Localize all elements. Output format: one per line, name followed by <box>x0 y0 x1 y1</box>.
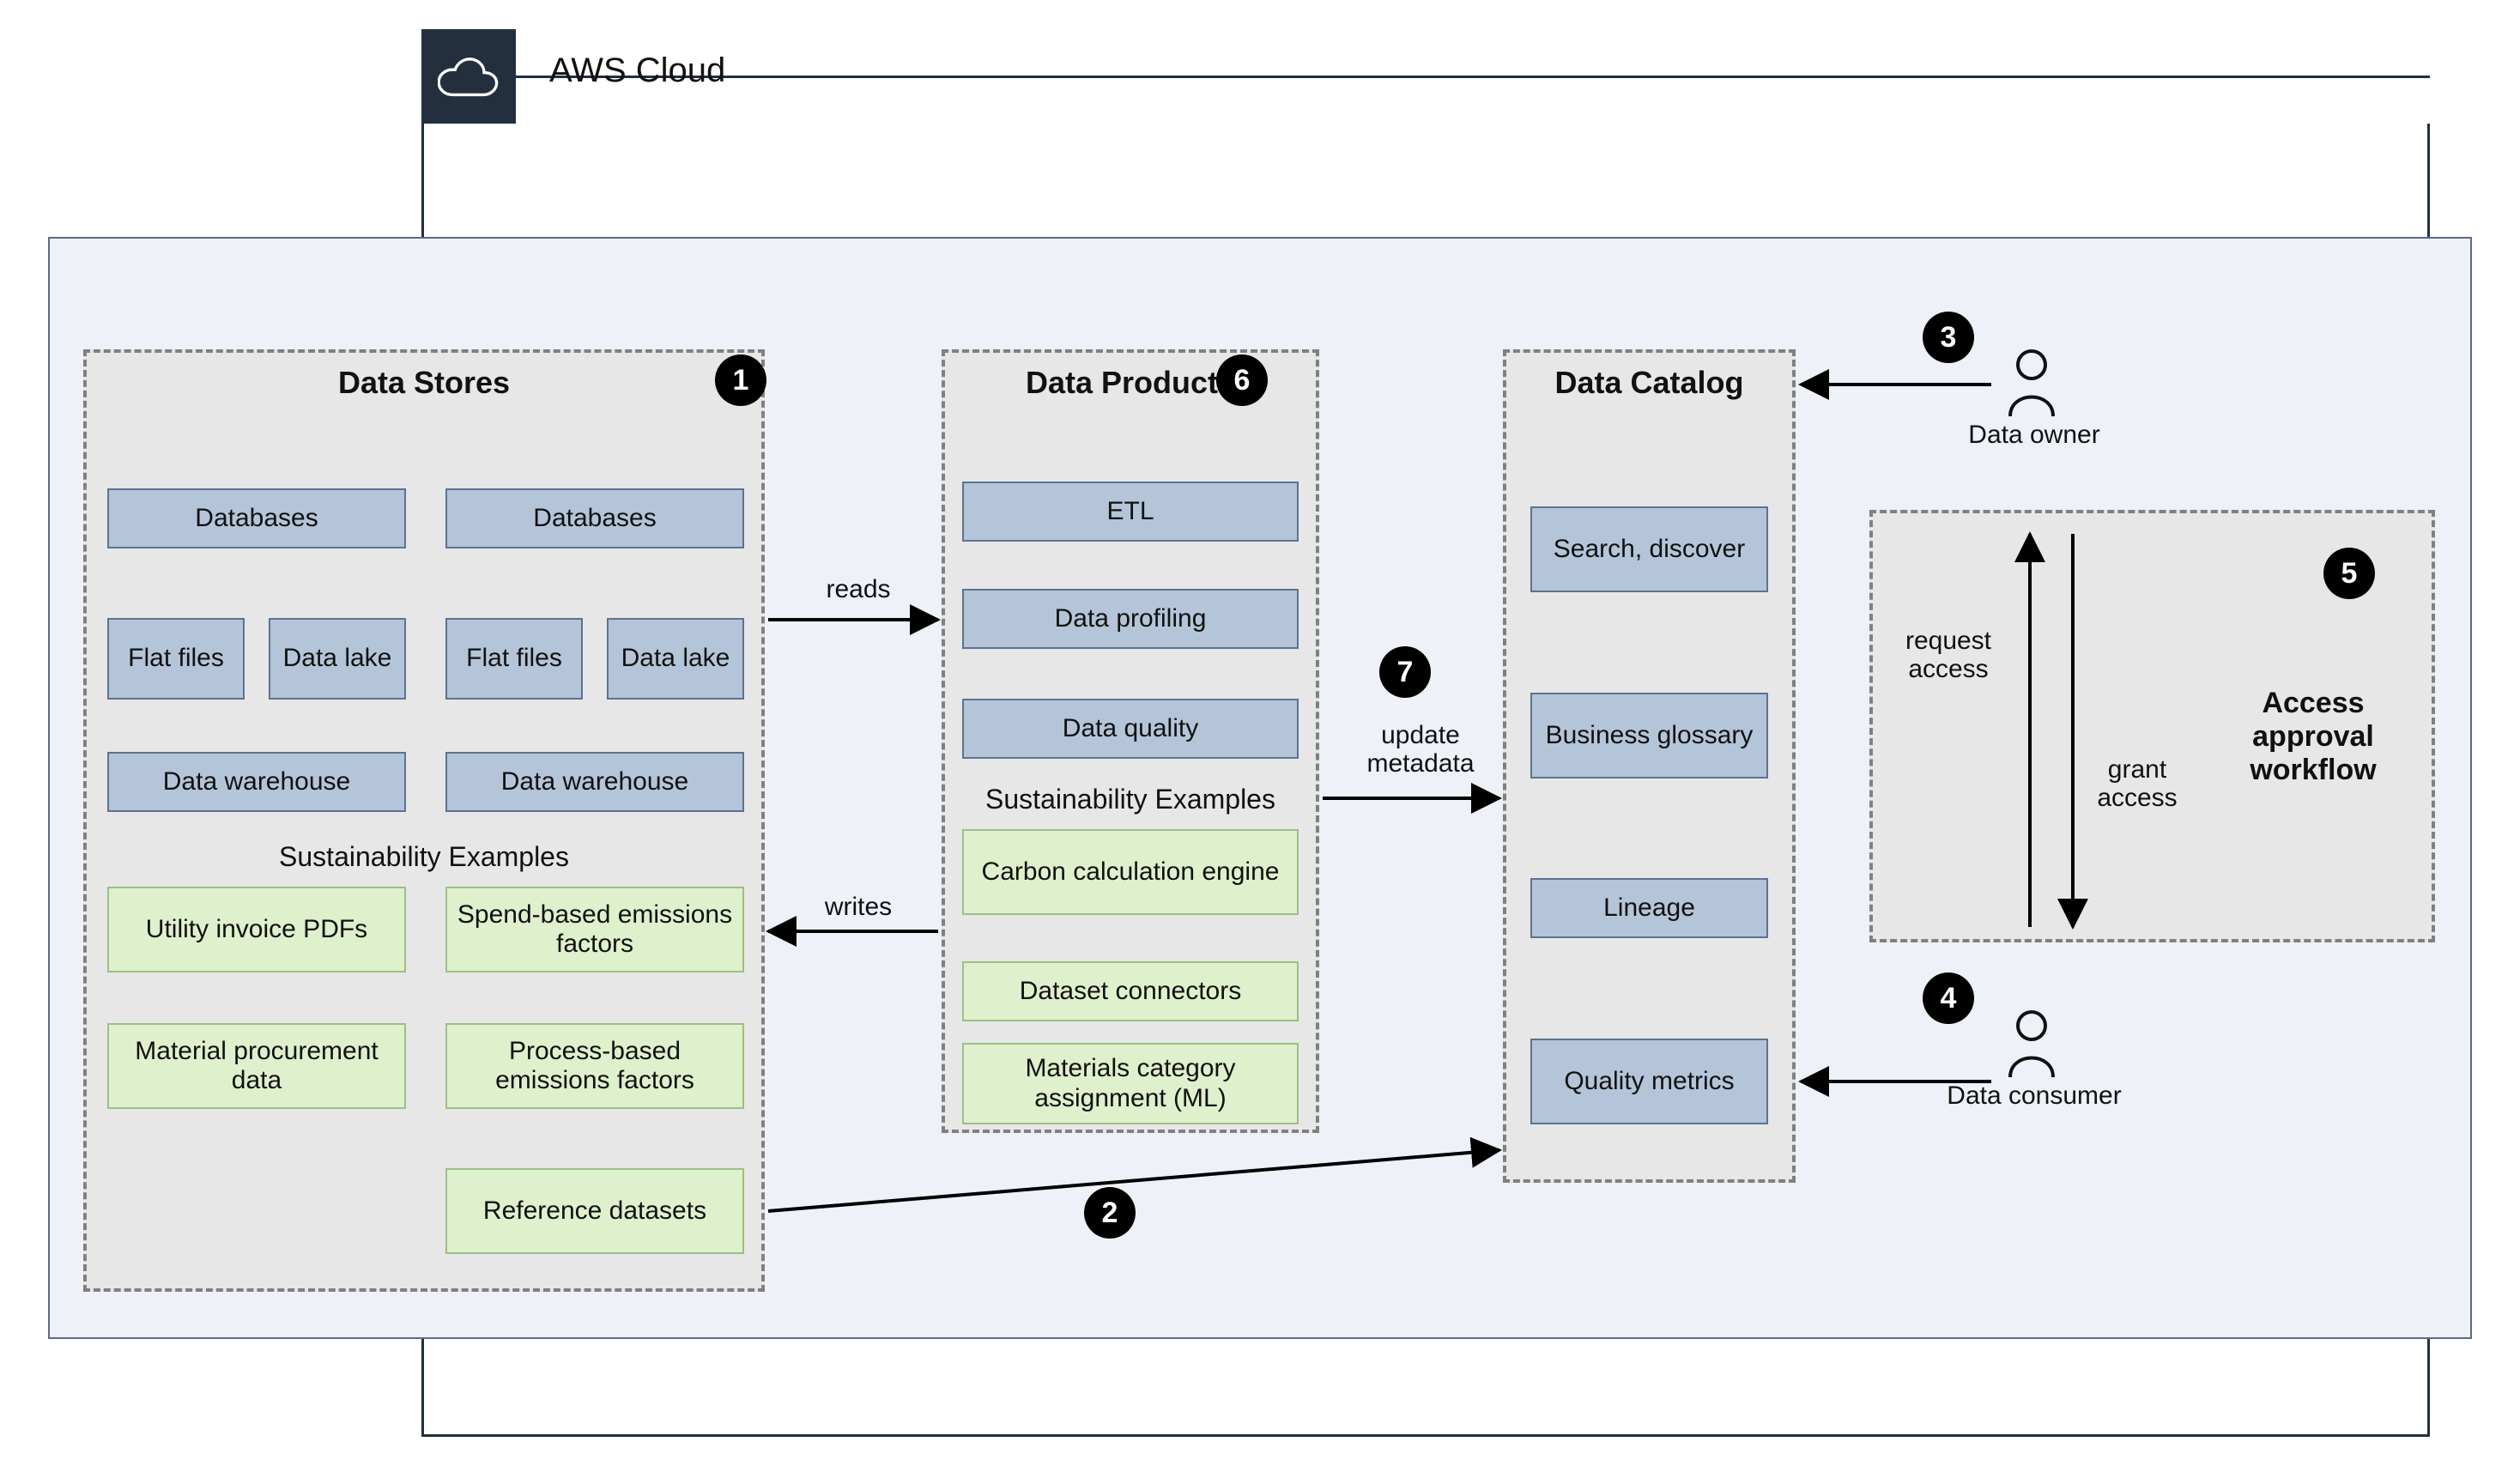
label-grant-access: grant access <box>2086 755 2189 812</box>
dp-data-quality: Data quality <box>962 699 1299 759</box>
ds-process-emissions: Process-based emissions factors <box>445 1023 744 1109</box>
ds-utility-invoice: Utility invoice PDFs <box>107 887 406 972</box>
label-writes: writes <box>807 893 910 921</box>
ds-flatfiles-2: Flat files <box>445 618 583 700</box>
data-owner-label: Data owner <box>1940 421 2129 449</box>
ds-datalake-1: Data lake <box>269 618 406 700</box>
user-icon <box>2002 348 2062 422</box>
badge-1: 1 <box>715 354 766 406</box>
ds-databases-1: Databases <box>107 488 406 548</box>
badge-7: 7 <box>1379 646 1431 698</box>
ds-warehouse-1: Data warehouse <box>107 752 406 812</box>
data-stores-title: Data Stores <box>87 353 761 401</box>
badge-5: 5 <box>2323 548 2375 599</box>
access-workflow-title: Access approval workflow <box>2223 687 2403 787</box>
ds-warehouse-2: Data warehouse <box>445 752 744 812</box>
badge-6: 6 <box>1216 354 1268 406</box>
dp-etl: ETL <box>962 482 1299 542</box>
badge-2: 2 <box>1084 1187 1136 1239</box>
dp-carbon-engine: Carbon calculation engine <box>962 829 1299 915</box>
diagram-canvas: AWS Cloud Data Stores Databases Database… <box>0 0 2520 1460</box>
cloud-icon <box>438 56 500 97</box>
dc-lineage: Lineage <box>1530 878 1768 938</box>
dp-materials-ml: Materials category assignment (ML) <box>962 1043 1299 1124</box>
dp-dataset-connectors: Dataset connectors <box>962 961 1299 1021</box>
ds-spend-emissions: Spend-based emissions factors <box>445 887 744 972</box>
aws-cloud-icon <box>421 29 516 124</box>
dc-business-glossary: Business glossary <box>1530 693 1768 778</box>
ds-datalake-2: Data lake <box>607 618 744 700</box>
ds-material-procurement: Material procurement data <box>107 1023 406 1109</box>
ds-databases-2: Databases <box>445 488 744 548</box>
badge-4: 4 <box>1923 972 1974 1024</box>
dp-data-profiling: Data profiling <box>962 589 1299 649</box>
aws-cloud-border-top <box>516 76 2430 78</box>
ds-sustainability-label: Sustainability Examples <box>83 841 765 873</box>
dp-sustainability-label: Sustainability Examples <box>942 784 1319 815</box>
data-consumer-label: Data consumer <box>1918 1081 2150 1110</box>
ds-reference-datasets: Reference datasets <box>445 1168 744 1254</box>
ds-flatfiles-1: Flat files <box>107 618 245 700</box>
label-update-metadata: update metadata <box>1343 721 1498 778</box>
data-catalog-title: Data Catalog <box>1506 353 1792 401</box>
label-reads: reads <box>807 575 910 603</box>
dc-search-discover: Search, discover <box>1530 506 1768 592</box>
badge-3: 3 <box>1923 312 1974 363</box>
user-icon <box>2002 1009 2062 1083</box>
aws-cloud-label: AWS Cloud <box>549 51 725 90</box>
dc-quality-metrics: Quality metrics <box>1530 1039 1768 1124</box>
label-request-access: request access <box>1888 627 2008 683</box>
